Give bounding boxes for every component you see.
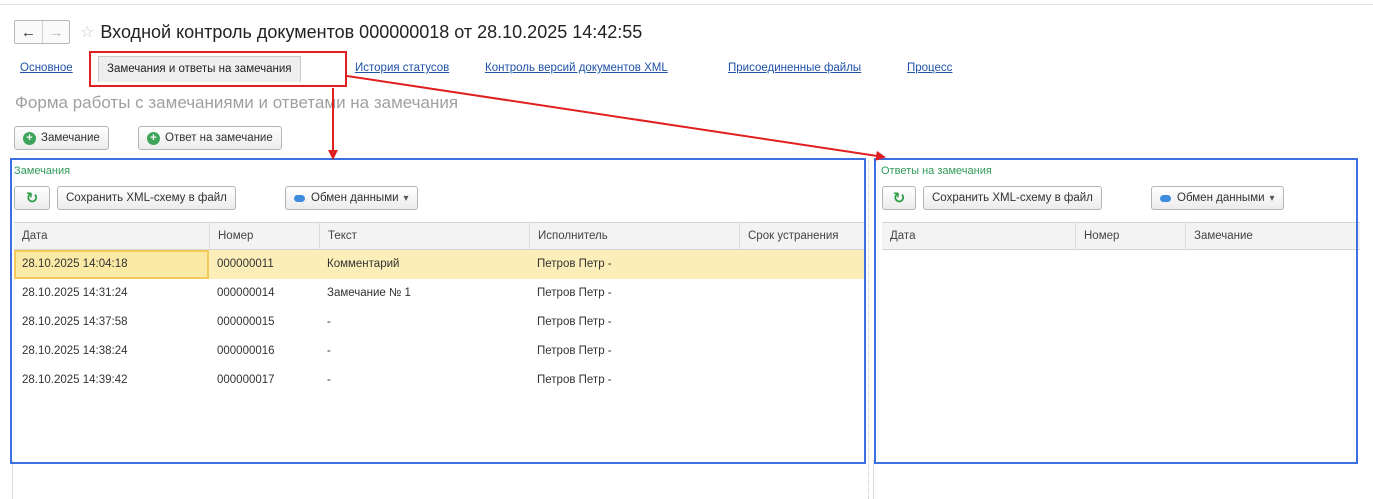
annotation-arrows — [328, 75, 886, 161]
arrow-to-answers — [346, 75, 886, 161]
